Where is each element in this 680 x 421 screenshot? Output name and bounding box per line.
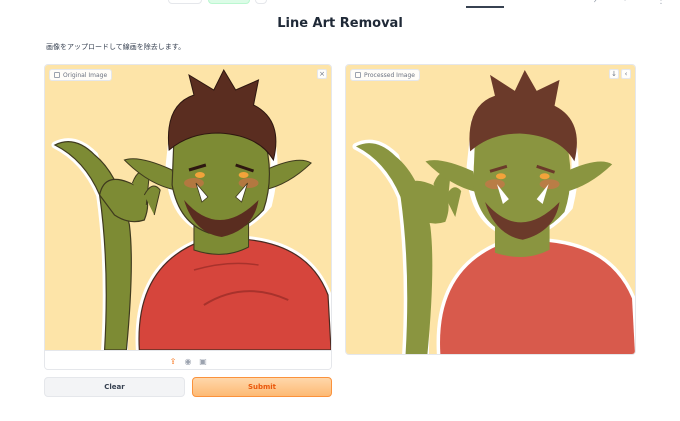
active-tab-indicator	[466, 6, 504, 8]
input-image-label-text: Original Image	[63, 71, 108, 79]
share-icon[interactable]: ‹	[621, 69, 631, 79]
nav-pill-small[interactable]	[255, 0, 267, 4]
submit-button[interactable]: Submit	[192, 377, 332, 397]
nav-pill[interactable]	[168, 0, 202, 4]
nav-pill-active[interactable]	[208, 0, 250, 4]
menu-icon[interactable]: ›	[590, 0, 600, 6]
image-icon	[54, 72, 60, 78]
input-image-panel[interactable]: Original Image × ⇪ ◉ ▣	[44, 64, 332, 370]
close-icon[interactable]: ×	[317, 69, 327, 79]
page-title: Line Art Removal	[277, 16, 403, 31]
output-image-label-text: Processed Image	[364, 71, 415, 79]
output-image-panel: Processed Image ↓ ‹	[345, 64, 636, 355]
clipboard-icon[interactable]: ▣	[199, 357, 208, 366]
settings-icon[interactable]: ·	[620, 0, 630, 6]
page-description: 画像をアップロードして線画を除去します。	[46, 43, 186, 51]
image-icon	[355, 72, 361, 78]
output-image-label: Processed Image	[350, 69, 420, 81]
clear-button[interactable]: Clear	[44, 377, 185, 397]
processed-image	[346, 65, 635, 354]
image-source-bar: ⇪ ◉ ▣	[45, 350, 331, 369]
upload-icon[interactable]: ⇪	[169, 357, 178, 366]
original-image	[45, 65, 331, 350]
download-icon[interactable]: ↓	[609, 69, 619, 79]
top-nav-strip: › · ⋮	[0, 0, 680, 8]
microphone-icon[interactable]: ◉	[184, 357, 193, 366]
more-icon[interactable]: ⋮	[656, 0, 666, 6]
input-image-label: Original Image	[49, 69, 113, 81]
